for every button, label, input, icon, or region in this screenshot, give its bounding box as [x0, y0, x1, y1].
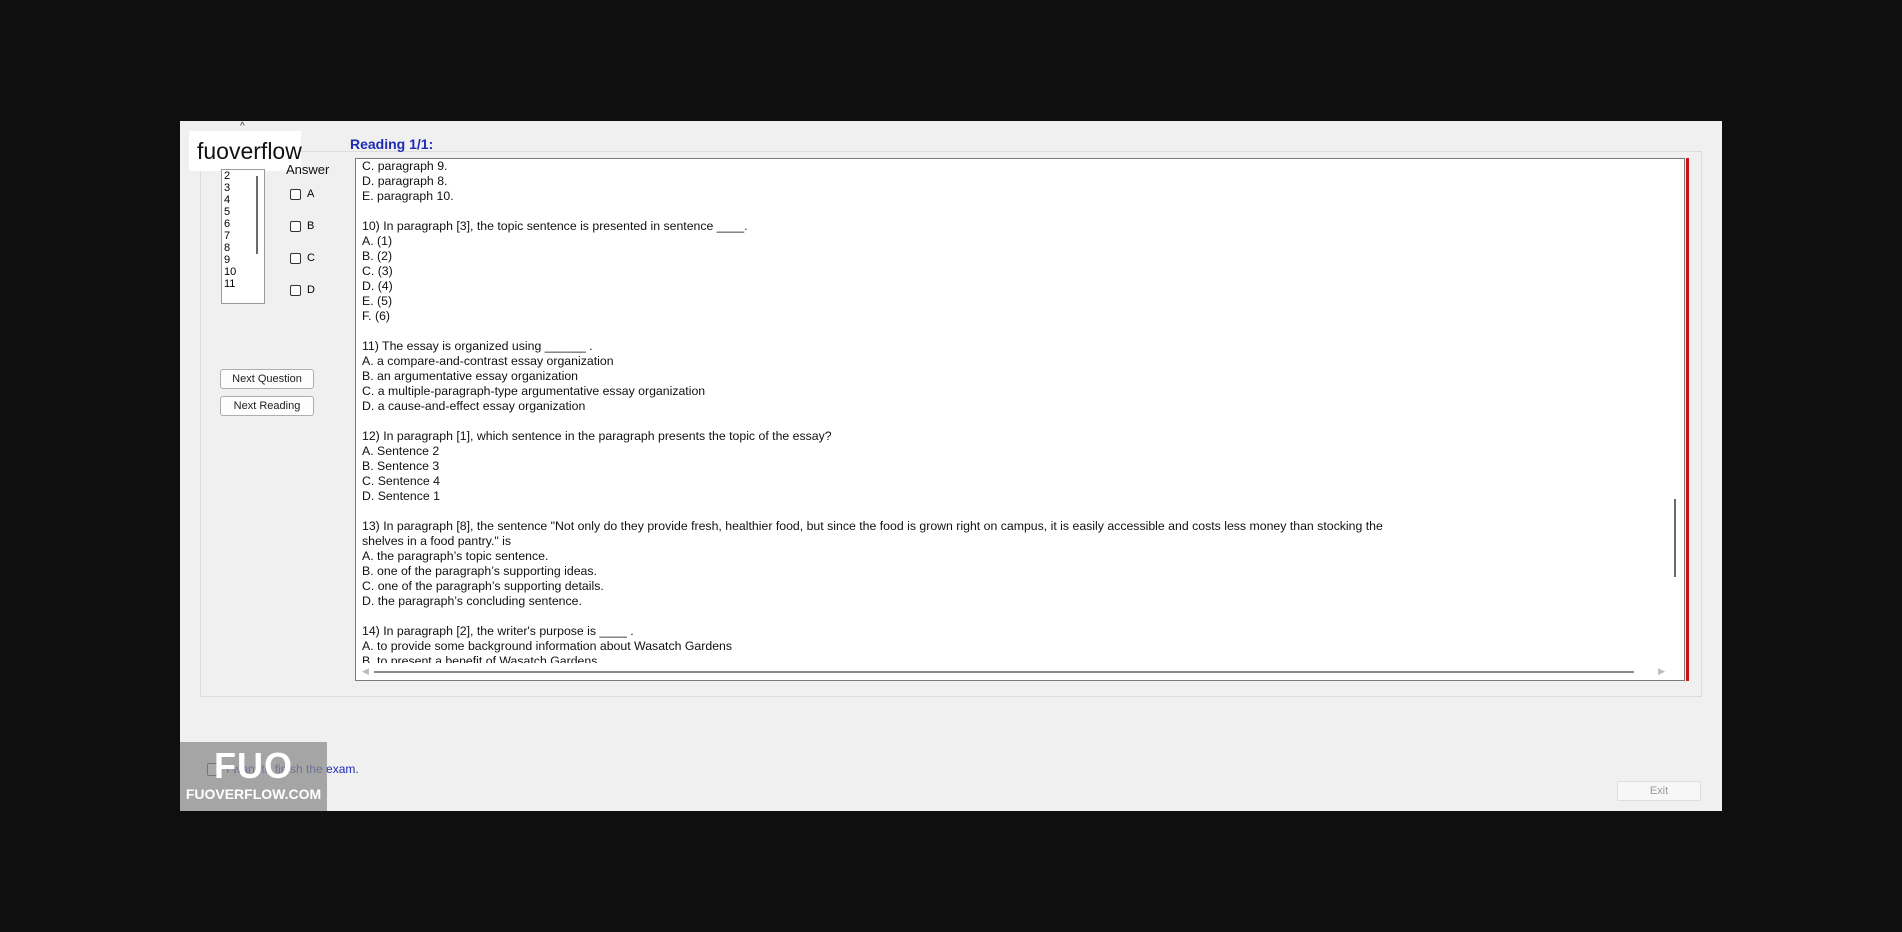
- top-fragment: ^: [240, 121, 245, 132]
- reading-line: C. a multiple-paragraph-type argumentati…: [362, 384, 706, 398]
- option-d[interactable]: D: [290, 284, 315, 296]
- option-c-checkbox[interactable]: [290, 252, 301, 264]
- reading-line: A. a compare-and-contrast essay organiza…: [362, 354, 614, 368]
- question-number-item[interactable]: 9: [224, 254, 264, 266]
- reading-vertical-scrollbar[interactable]: [1667, 159, 1684, 665]
- option-d-label: D: [307, 284, 315, 296]
- reading-blank-line: [362, 609, 1642, 624]
- reading-title: Reading 1/1:: [350, 136, 434, 152]
- reading-line: F. (6): [362, 309, 391, 323]
- scroll-left-arrow-icon[interactable]: ◀: [362, 666, 369, 677]
- reading-horizontal-scrollbar[interactable]: ◀ ▶: [356, 663, 1669, 680]
- reading-line: 14) In paragraph [2], the writer's purpo…: [362, 624, 634, 638]
- reading-line: A. (1): [362, 234, 393, 248]
- reading-line: D. (4): [362, 279, 393, 293]
- reading-line: 13) In paragraph [8], the sentence "Not …: [362, 519, 1383, 533]
- reading-line: C. paragraph 9.: [362, 159, 448, 173]
- reading-line: C. (3): [362, 264, 393, 278]
- reading-text: C. paragraph 9. D. paragraph 8. E. paragra…: [362, 159, 1642, 669]
- option-a-label: A: [307, 188, 315, 200]
- option-a-checkbox[interactable]: [290, 188, 301, 200]
- exit-button[interactable]: Exit: [1617, 781, 1701, 801]
- watermark-logo: fuoverflow: [189, 131, 302, 171]
- reading-line: 12) In paragraph [1], which sentence in …: [362, 429, 832, 443]
- watermark-badge: FUO FUOVERFLOW.COM: [180, 742, 327, 811]
- answer-label: Answer: [286, 162, 330, 177]
- question-number-item[interactable]: 7: [224, 230, 264, 242]
- reading-line: A. to provide some background informatio…: [362, 639, 733, 653]
- reading-line: shelves in a food pantry." is: [362, 534, 512, 548]
- reading-line: D. paragraph 8.: [362, 174, 448, 188]
- reading-blank-line: [362, 324, 1642, 339]
- reading-textbox[interactable]: C. paragraph 9. D. paragraph 8. E. paragra…: [355, 158, 1685, 681]
- exam-window: ^ fuoverflow Reading 1/1: 2 3 4 5 6 7 8 9 10 11 A…: [180, 121, 1722, 811]
- reading-line: 11) The essay is organized using ______ …: [362, 339, 593, 353]
- reading-line: D. Sentence 1: [362, 489, 440, 503]
- reading-line: C. Sentence 4: [362, 474, 440, 488]
- question-number-item[interactable]: 5: [224, 206, 264, 218]
- reading-blank-line: [362, 504, 1642, 519]
- reading-line: B. one of the paragraph’s supporting ide…: [362, 564, 597, 578]
- next-question-button[interactable]: Next Question: [220, 369, 314, 389]
- option-c[interactable]: C: [290, 252, 315, 264]
- next-reading-button[interactable]: Next Reading: [220, 396, 314, 416]
- question-number-item[interactable]: 4: [224, 194, 264, 206]
- reading-line: B. an argumentative essay organization: [362, 369, 579, 383]
- option-b-label: B: [307, 220, 315, 232]
- option-d-checkbox[interactable]: [290, 284, 301, 296]
- scroll-right-arrow-icon[interactable]: ▶: [1658, 666, 1665, 677]
- reading-line: E. (5): [362, 294, 393, 308]
- reading-line: A. Sentence 2: [362, 444, 440, 458]
- badge-url: FUOVERFLOW.COM: [185, 786, 322, 802]
- reading-line: E. paragraph 10.: [362, 189, 454, 203]
- option-b-checkbox[interactable]: [290, 220, 301, 232]
- red-marker-line: [1686, 158, 1689, 681]
- reading-vertical-scroll-thumb[interactable]: [1674, 499, 1676, 577]
- question-number-item[interactable]: 6: [224, 218, 264, 230]
- question-number-item[interactable]: 2: [224, 170, 264, 182]
- question-list-scrollbar[interactable]: [256, 176, 258, 254]
- reading-line: A. the paragraph’s topic sentence.: [362, 549, 549, 563]
- question-number-item[interactable]: 3: [224, 182, 264, 194]
- reading-line: B. (2): [362, 249, 393, 263]
- reading-blank-line: [362, 414, 1642, 429]
- reading-line: B. Sentence 3: [362, 459, 440, 473]
- question-number-item[interactable]: 8: [224, 242, 264, 254]
- reading-line: D. a cause-and-effect essay organization: [362, 399, 586, 413]
- reading-horizontal-scroll-thumb[interactable]: [374, 671, 1634, 673]
- option-b[interactable]: B: [290, 220, 314, 232]
- question-number-item[interactable]: 10: [224, 266, 264, 278]
- reading-blank-line: [362, 204, 1642, 219]
- badge-logo: FUO: [214, 745, 293, 786]
- reading-line: 10) In paragraph [3], the topic sentence…: [362, 219, 748, 233]
- option-c-label: C: [307, 252, 315, 264]
- reading-line: D. the paragraph’s concluding sentence.: [362, 594, 582, 608]
- reading-line: C. one of the paragraph’s supporting det…: [362, 579, 604, 593]
- question-number-item[interactable]: 11: [224, 278, 264, 290]
- option-a[interactable]: A: [290, 188, 314, 200]
- question-list[interactable]: 2 3 4 5 6 7 8 9 10 11: [221, 169, 265, 304]
